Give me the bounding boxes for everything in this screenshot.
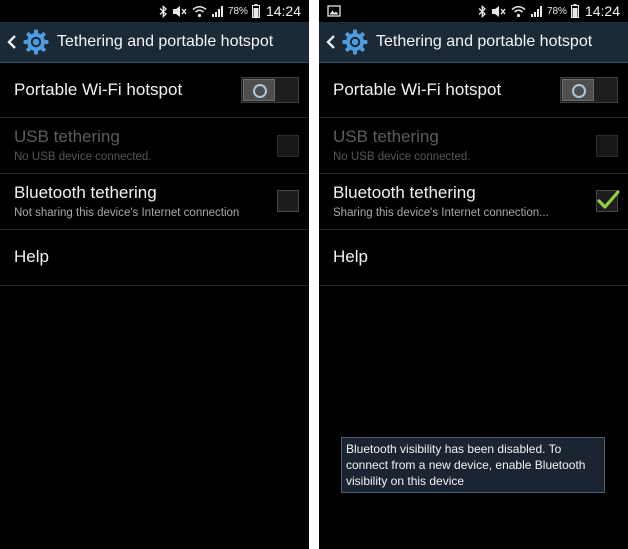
row-wifi-hotspot[interactable]: Portable Wi-Fi hotspot: [319, 63, 628, 118]
bluetooth-tethering-status: Not sharing this device's Internet conne…: [14, 207, 240, 219]
page-title: Tethering and portable hotspot: [376, 33, 593, 50]
help-label: Help: [333, 247, 368, 266]
wifi-icon: [511, 5, 526, 17]
battery-icon: [251, 4, 260, 18]
battery-percent: 78%: [227, 5, 248, 17]
row-help[interactable]: Help: [0, 230, 309, 286]
screen-before: 78% 14:24 Tethering and portable hotspot…: [0, 0, 309, 549]
battery-icon: [570, 4, 579, 18]
status-icons: 78% 14:24: [159, 0, 301, 22]
help-label: Help: [14, 247, 49, 266]
image-notification-icon: [327, 5, 341, 17]
row-usb-tethering: USB tethering No USB device connected.: [0, 118, 309, 174]
status-bar: 78% 14:24: [319, 0, 628, 22]
bluetooth-tethering-checkbox[interactable]: [596, 190, 620, 212]
settings-gear-icon[interactable]: [22, 28, 50, 56]
usb-tethering-status: No USB device connected.: [333, 151, 471, 163]
bluetooth-icon: [159, 4, 167, 18]
toggle-off-indicator-icon: [253, 84, 267, 98]
row-bluetooth-tethering[interactable]: Bluetooth tethering Not sharing this dev…: [0, 174, 309, 230]
row-help[interactable]: Help: [319, 230, 628, 286]
usb-tethering-checkbox: [277, 135, 299, 157]
comparison-screens: 78% 14:24 Tethering and portable hotspot…: [0, 0, 628, 549]
status-bar: 78% 14:24: [0, 0, 309, 22]
bluetooth-icon: [478, 4, 486, 18]
signal-icon: [530, 5, 542, 17]
status-icons: 78% 14:24: [478, 0, 620, 22]
row-bluetooth-tethering[interactable]: Bluetooth tethering Sharing this device'…: [319, 174, 628, 230]
wifi-hotspot-toggle[interactable]: [241, 77, 299, 103]
clock: 14:24: [584, 3, 620, 19]
battery-percent: 78%: [546, 5, 567, 17]
clock: 14:24: [265, 3, 301, 19]
row-usb-tethering: USB tethering No USB device connected.: [319, 118, 628, 174]
bluetooth-tethering-label: Bluetooth tethering: [333, 183, 476, 202]
toast-message: Bluetooth visibility has been disabled. …: [341, 437, 605, 493]
back-icon[interactable]: [6, 34, 18, 50]
wifi-hotspot-label: Portable Wi-Fi hotspot: [333, 80, 502, 99]
page-title: Tethering and portable hotspot: [57, 33, 274, 50]
action-bar: Tethering and portable hotspot: [319, 22, 628, 63]
bluetooth-tethering-checkbox[interactable]: [277, 190, 299, 212]
mute-icon: [172, 5, 187, 17]
back-icon[interactable]: [325, 34, 337, 50]
screen-after: 78% 14:24 Tethering and portable hotspot…: [319, 0, 628, 549]
toggle-thumb: [243, 79, 275, 101]
wifi-icon: [192, 5, 207, 17]
bluetooth-tethering-label: Bluetooth tethering: [14, 183, 157, 202]
wifi-hotspot-toggle[interactable]: [560, 77, 618, 103]
signal-icon: [211, 5, 223, 17]
toggle-thumb: [562, 79, 594, 101]
wifi-hotspot-label: Portable Wi-Fi hotspot: [14, 80, 183, 99]
action-bar: Tethering and portable hotspot: [0, 22, 309, 63]
bluetooth-tethering-status: Sharing this device's Internet connectio…: [333, 207, 549, 219]
usb-tethering-checkbox: [596, 135, 618, 157]
usb-tethering-status: No USB device connected.: [14, 151, 152, 163]
mute-icon: [491, 5, 506, 17]
toggle-off-indicator-icon: [572, 84, 586, 98]
row-wifi-hotspot[interactable]: Portable Wi-Fi hotspot: [0, 63, 309, 118]
settings-gear-icon[interactable]: [341, 28, 369, 56]
usb-tethering-label: USB tethering: [333, 127, 439, 146]
usb-tethering-label: USB tethering: [14, 127, 120, 146]
checkmark-icon: [597, 190, 620, 209]
